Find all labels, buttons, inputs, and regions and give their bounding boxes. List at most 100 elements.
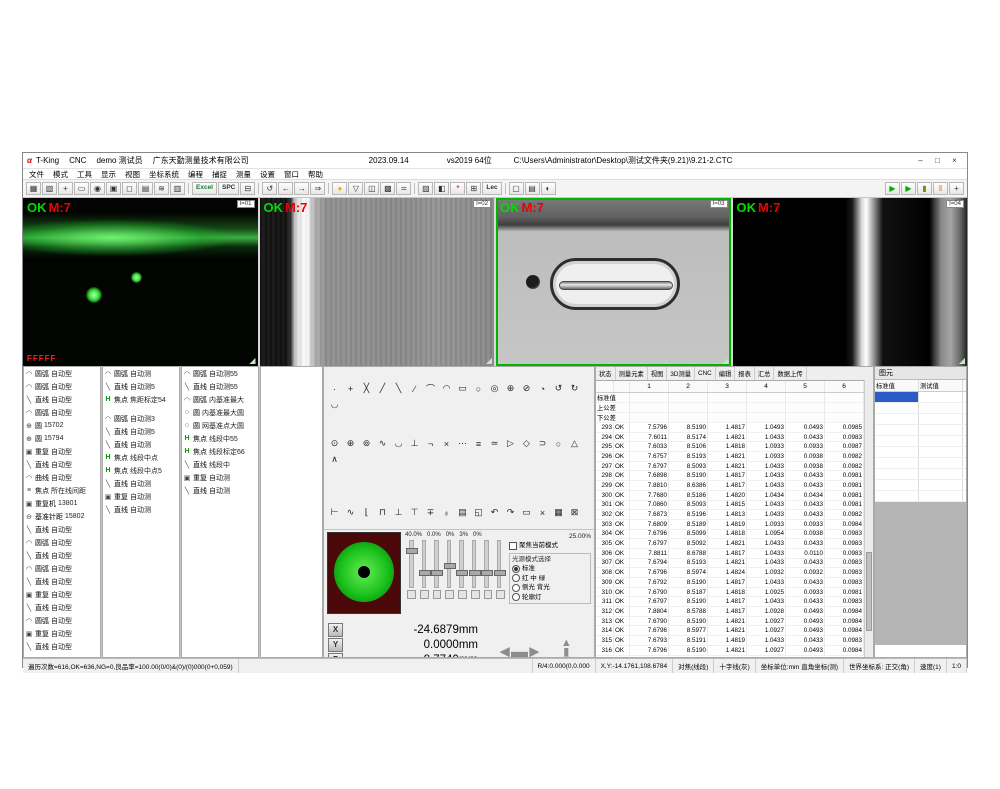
element-list-item[interactable]: H焦点线段中点5 (103, 464, 179, 477)
toolbar-button-8[interactable]: ≋ (154, 182, 169, 195)
jog-horizontal-icon[interactable]: ◄▬► (496, 642, 541, 658)
result-row[interactable]: 315OK7.67938.51911.48191.04330.04330.098… (596, 636, 865, 646)
tool-icon[interactable]: × (535, 505, 550, 520)
resize-grip-icon[interactable]: ◢ (722, 356, 728, 365)
result-row[interactable]: 314OK7.67968.59771.48211.09270.04930.098… (596, 626, 865, 636)
slider-thumb[interactable] (494, 570, 506, 576)
result-row[interactable]: 306OK7.88118.67881.48171.04330.01100.098… (596, 549, 865, 559)
element-list-item[interactable]: ⊕圆15702 (24, 419, 100, 432)
light-slider[interactable] (459, 540, 464, 588)
element-list-item[interactable]: ○圆内基准最大圆 (182, 406, 258, 419)
result-row[interactable]: 303OK7.68098.51891.48191.09330.09330.098… (596, 520, 865, 530)
slider-spinner[interactable] (484, 590, 493, 599)
menu-item[interactable]: 坐标系统 (149, 169, 179, 180)
element-list-item[interactable]: ▣重复自动型 (24, 445, 100, 458)
element-list-item[interactable]: ◠圆弧自动型 (24, 380, 100, 393)
element-list-item[interactable]: ▣重复自动型 (24, 588, 100, 601)
table-tab[interactable]: 数据上传 (774, 367, 806, 380)
tool-icon[interactable]: ╲ (391, 381, 406, 396)
element-list-item[interactable]: ╲直线自动测 (103, 438, 179, 451)
slider-spinner[interactable] (420, 590, 429, 599)
tool-icon[interactable]: ¬ (423, 436, 438, 451)
camera-pane-4[interactable]: OKM:7 I=04 ◢ (733, 198, 968, 366)
close-button[interactable]: × (946, 155, 963, 167)
element-list-item[interactable]: ▣重复自动测 (182, 471, 258, 484)
toolbar-button-23[interactable]: ▩ (380, 182, 395, 195)
toolbar-button-34[interactable]: ◐ (541, 182, 556, 195)
slider-thumb[interactable] (406, 548, 418, 554)
tool-icon[interactable]: ▦ (551, 505, 566, 520)
tool-icon[interactable]: ∿ (343, 505, 358, 520)
gpanel-row[interactable] (875, 436, 966, 447)
gpanel-row[interactable] (875, 480, 966, 491)
slider-thumb[interactable] (431, 570, 443, 576)
table-tab[interactable]: 汇总 (755, 367, 775, 380)
toolbar-button-5[interactable]: ▣ (106, 182, 121, 195)
element-list-item[interactable]: ╲直线自动型 (24, 393, 100, 406)
tool-icon[interactable]: ↺ (551, 381, 566, 396)
toolbar-button-33[interactable]: ▤ (525, 182, 540, 195)
slider-thumb[interactable] (456, 570, 468, 576)
element-list-item[interactable]: ╲直线自动型 (24, 523, 100, 536)
tool-icon[interactable]: ⊕ (503, 381, 518, 396)
toolbar-button-11[interactable]: Excel (192, 182, 217, 195)
light-slider[interactable] (422, 540, 427, 588)
graphic-panel-tab[interactable]: 图元 (875, 367, 966, 380)
toolbar-button-24[interactable]: ≍ (396, 182, 411, 195)
result-row[interactable]: 308OK7.67968.59741.48241.09320.09320.098… (596, 568, 865, 578)
result-row[interactable]: 301OK7.08608.50931.48151.04330.04330.098… (596, 501, 865, 511)
gpanel-row[interactable] (875, 458, 966, 469)
light-option[interactable]: 红 中 绿 (512, 574, 588, 583)
element-list-item[interactable]: H焦点线段中55 (182, 432, 258, 445)
element-list-item[interactable]: ◠圆弧自动型 (24, 536, 100, 549)
toolbar-button-17[interactable]: → (294, 182, 309, 195)
focus-mode-checkbox[interactable]: 聚焦当前模式 (509, 541, 591, 550)
menu-item[interactable]: 编程 (188, 169, 203, 180)
menu-item[interactable]: 工具 (77, 169, 92, 180)
element-list-item[interactable]: ╲直线自动测 (103, 503, 179, 516)
toolbar-button-4[interactable]: ◉ (90, 182, 105, 195)
element-list-item[interactable]: ╲直线自动测5 (103, 425, 179, 438)
element-list-item[interactable]: ╲直线线段中 (182, 458, 258, 471)
tool-icon[interactable]: ∿ (375, 436, 390, 451)
table-scrollbar[interactable] (864, 380, 873, 657)
element-list-item[interactable]: ╲直线自动测55 (182, 380, 258, 393)
menu-item[interactable]: 捕捉 (212, 169, 227, 180)
result-row[interactable]: 304OK7.67968.50991.48181.09540.09380.098… (596, 530, 865, 540)
slider-thumb[interactable] (469, 570, 481, 576)
element-list-item[interactable]: ○圆网基准点大圆 (182, 419, 258, 432)
element-list-item[interactable]: H焦点焦距标定54 (103, 393, 179, 406)
title-bar[interactable]: α T-King CNC demo 测试员 广东天勤测量技术有限公司 2023.… (23, 153, 967, 169)
tool-icon[interactable]: ↷ (503, 505, 518, 520)
maximize-button[interactable]: □ (929, 155, 946, 167)
element-list-1[interactable]: ◠圆弧自动型◠圆弧自动型╲直线自动型◠圆弧自动型⊕圆15702⊕圆15794▣重… (23, 366, 101, 658)
result-row[interactable]: 298OK7.68988.51901.48171.04330.04330.098… (596, 471, 865, 481)
tool-icon[interactable]: ∧ (327, 452, 342, 467)
tool-icon[interactable]: ▭ (519, 505, 534, 520)
tool-icon[interactable]: ⌊ (359, 505, 374, 520)
slider-spinner[interactable] (445, 590, 454, 599)
result-row[interactable]: 299OK7.88108.63861.48171.04330.04330.098… (596, 481, 865, 491)
tool-icon[interactable]: ◔ (535, 381, 550, 396)
element-list-item[interactable]: ◠圆弧自动型 (24, 614, 100, 627)
result-row[interactable]: 311OK7.67978.51901.48171.04330.04330.098… (596, 597, 865, 607)
menu-item[interactable]: 文件 (29, 169, 44, 180)
tool-icon[interactable]: ╱ (375, 381, 390, 396)
tool-icon[interactable]: ○ (551, 436, 566, 451)
toolbar-button-0[interactable]: ▦ (26, 182, 41, 195)
toolbar-button-18[interactable]: ⇒ (310, 182, 325, 195)
light-slider[interactable] (447, 540, 452, 588)
element-list-item[interactable]: H焦点线段标定66 (182, 445, 258, 458)
element-list-item[interactable]: ◠曲线自动型 (24, 471, 100, 484)
table-tab[interactable]: 测量元素 (616, 367, 648, 380)
tool-icon[interactable]: · (327, 381, 342, 396)
tool-icon[interactable]: ◱ (471, 505, 486, 520)
camera-pane-2[interactable]: OKM:7 I=02 ◢ (260, 198, 495, 366)
tool-icon[interactable]: ⊙ (327, 436, 342, 451)
element-list-4[interactable] (260, 366, 323, 658)
minimize-button[interactable]: – (912, 155, 929, 167)
tool-icon[interactable]: ⊕ (343, 436, 358, 451)
tool-icon[interactable]: ⊃ (535, 436, 550, 451)
element-list-item[interactable]: ◠圆弧自动测 (103, 367, 179, 380)
result-row[interactable]: 294OK7.60118.51741.48211.04330.04330.098… (596, 433, 865, 443)
